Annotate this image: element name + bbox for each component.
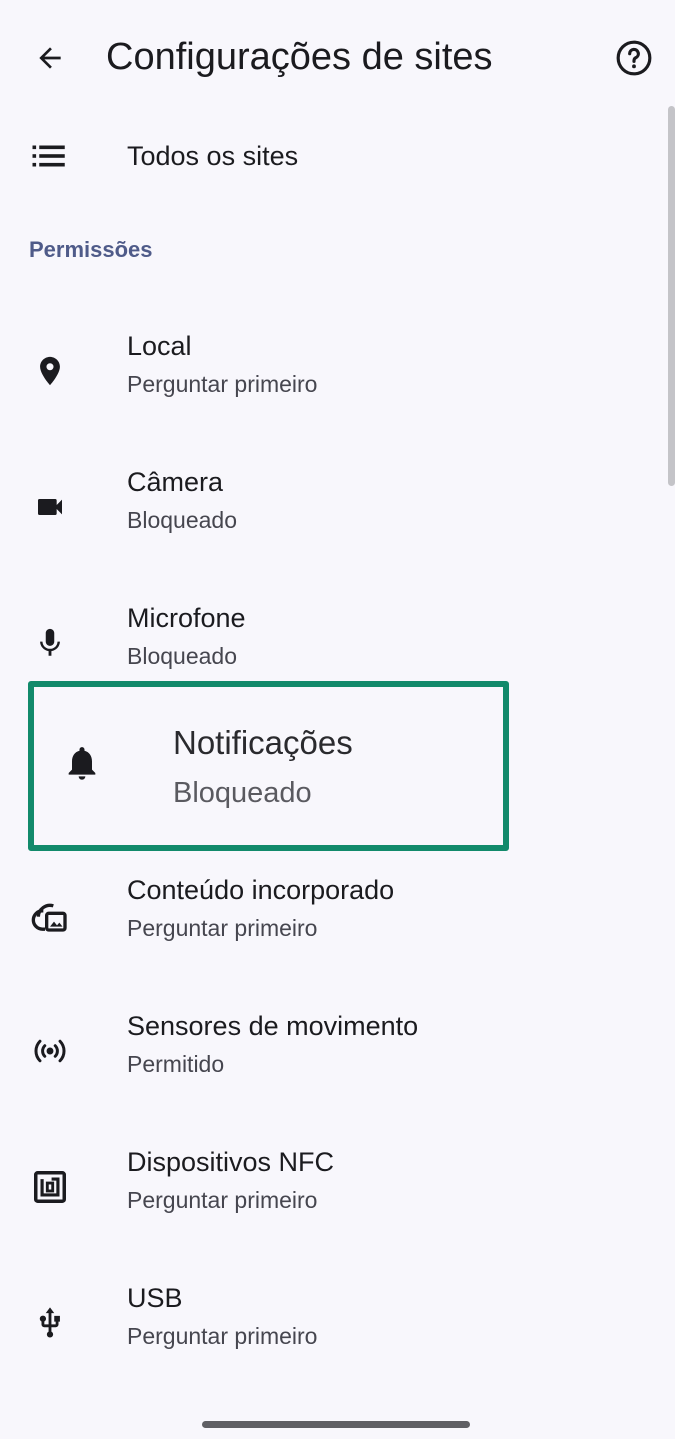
permission-item-location[interactable]: Local Perguntar primeiro: [0, 322, 660, 432]
permission-item-usb[interactable]: USB Perguntar primeiro: [0, 1274, 660, 1384]
help-button[interactable]: [608, 32, 660, 84]
permission-label: Conteúdo incorporado: [127, 875, 395, 905]
permission-label: Microfone: [127, 603, 246, 633]
permission-status: Perguntar primeiro: [127, 371, 318, 397]
all-sites-item[interactable]: Todos os sites: [0, 118, 660, 194]
back-button[interactable]: [24, 32, 76, 84]
scrollbar-thumb[interactable]: [668, 106, 675, 486]
permission-label: Câmera: [127, 467, 224, 497]
bell-icon: [60, 741, 104, 785]
permission-item-camera[interactable]: Câmera Bloqueado: [0, 458, 660, 568]
permission-status: Bloqueado: [127, 643, 237, 669]
list-icon: [30, 138, 68, 174]
permission-status: Perguntar primeiro: [127, 1187, 318, 1213]
all-sites-label: Todos os sites: [127, 141, 299, 171]
permission-label: Sensores de movimento: [127, 1011, 419, 1041]
site-settings-page: Configurações de sites Todos os sites Pe…: [0, 0, 675, 1439]
location-pin-icon: [28, 349, 72, 393]
arrow-back-icon: [39, 47, 61, 69]
nfc-icon: [28, 1165, 72, 1209]
permission-item-embedded-content[interactable]: Conteúdo incorporado Perguntar primeiro: [0, 866, 660, 976]
sensors-icon: [28, 1029, 72, 1073]
permission-status: Perguntar primeiro: [127, 1323, 318, 1349]
permission-label: Notificações: [173, 724, 353, 761]
mic-icon: [28, 621, 72, 665]
permission-status: Permitido: [127, 1051, 225, 1077]
permission-label: Local: [127, 331, 192, 361]
permission-status: Perguntar primeiro: [127, 915, 318, 941]
permission-status: Bloqueado: [173, 777, 312, 809]
permission-status: Bloqueado: [127, 507, 237, 533]
permission-label: USB: [127, 1283, 183, 1313]
videocam-icon: [28, 485, 72, 529]
permission-item-notifications[interactable]: Notificações Bloqueado: [28, 681, 509, 851]
home-indicator[interactable]: [202, 1421, 470, 1428]
permission-label: Dispositivos NFC: [127, 1147, 335, 1177]
page-title: Configurações de sites: [106, 36, 493, 78]
permission-item-nfc[interactable]: Dispositivos NFC Perguntar primeiro: [0, 1138, 660, 1248]
permission-item-motion-sensors[interactable]: Sensores de movimento Permitido: [0, 1002, 660, 1112]
usb-icon: [28, 1301, 72, 1345]
embedded-content-icon: [28, 893, 72, 937]
app-bar: Configurações de sites: [0, 0, 675, 112]
permissions-section-header: Permissões: [29, 237, 153, 262]
help-circle-icon: [616, 40, 652, 76]
